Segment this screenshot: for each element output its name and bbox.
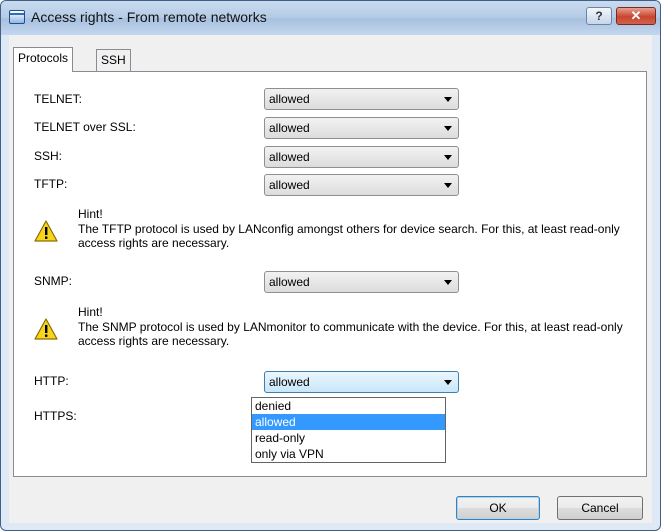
ssh-value: allowed bbox=[269, 150, 310, 164]
telnet-ssl-label: TELNET over SSL: bbox=[34, 120, 136, 134]
title-bar[interactable]: Access rights - From remote networks ? ✕ bbox=[1, 1, 660, 35]
ssh-label: SSH: bbox=[34, 149, 63, 163]
dropdown-option-allowed[interactable]: allowed bbox=[252, 414, 445, 430]
tftp-select[interactable]: allowed bbox=[264, 174, 459, 196]
chevron-down-icon bbox=[444, 280, 452, 285]
chevron-down-icon bbox=[444, 126, 452, 131]
snmp-label: SNMP: bbox=[34, 274, 73, 288]
http-dropdown-list: denied allowed read-only only via VPN bbox=[251, 397, 446, 463]
chevron-down-icon bbox=[444, 97, 452, 102]
telnet-select[interactable]: allowed bbox=[264, 88, 459, 110]
dropdown-option-denied[interactable]: denied bbox=[252, 398, 445, 414]
hint-text: The TFTP protocol is used by LANconfig a… bbox=[78, 222, 620, 250]
hint-title: Hint! bbox=[78, 305, 103, 319]
tab-protocols[interactable]: Protocols bbox=[13, 47, 74, 72]
hint-title: Hint! bbox=[78, 207, 103, 221]
telnet-ssl-select[interactable]: allowed bbox=[264, 117, 459, 139]
snmp-value: allowed bbox=[269, 275, 310, 289]
dialog-window: Access rights - From remote networks ? ✕… bbox=[0, 0, 661, 531]
warning-icon bbox=[34, 220, 58, 242]
ssh-select[interactable]: allowed bbox=[264, 146, 459, 168]
dropdown-option-only-via-vpn[interactable]: only via VPN bbox=[252, 446, 445, 462]
http-value: allowed bbox=[269, 375, 310, 389]
close-button[interactable]: ✕ bbox=[616, 7, 656, 25]
http-label: HTTP: bbox=[34, 374, 69, 388]
tftp-label: TFTP: bbox=[34, 177, 68, 191]
cancel-button[interactable]: Cancel bbox=[557, 496, 643, 520]
telnet-value: allowed bbox=[269, 92, 310, 106]
chevron-down-icon bbox=[444, 380, 452, 385]
telnet-label: TELNET: bbox=[34, 92, 83, 106]
dropdown-option-read-only[interactable]: read-only bbox=[252, 430, 445, 446]
telnet-ssl-value: allowed bbox=[269, 121, 310, 135]
window-icon bbox=[9, 10, 25, 24]
window-title: Access rights - From remote networks bbox=[31, 9, 267, 25]
tftp-value: allowed bbox=[269, 178, 310, 192]
help-button[interactable]: ? bbox=[586, 7, 612, 25]
warning-icon bbox=[34, 318, 58, 340]
snmp-select[interactable]: allowed bbox=[264, 271, 459, 293]
chevron-down-icon bbox=[444, 155, 452, 160]
hint-text: The SNMP protocol is used by LANmonitor … bbox=[78, 320, 623, 348]
tab-ssh[interactable]: SSH bbox=[96, 49, 131, 71]
chevron-down-icon bbox=[444, 183, 452, 188]
ok-button[interactable]: OK bbox=[456, 496, 540, 520]
https-label: HTTPS: bbox=[34, 409, 77, 423]
http-select[interactable]: allowed bbox=[264, 371, 459, 393]
